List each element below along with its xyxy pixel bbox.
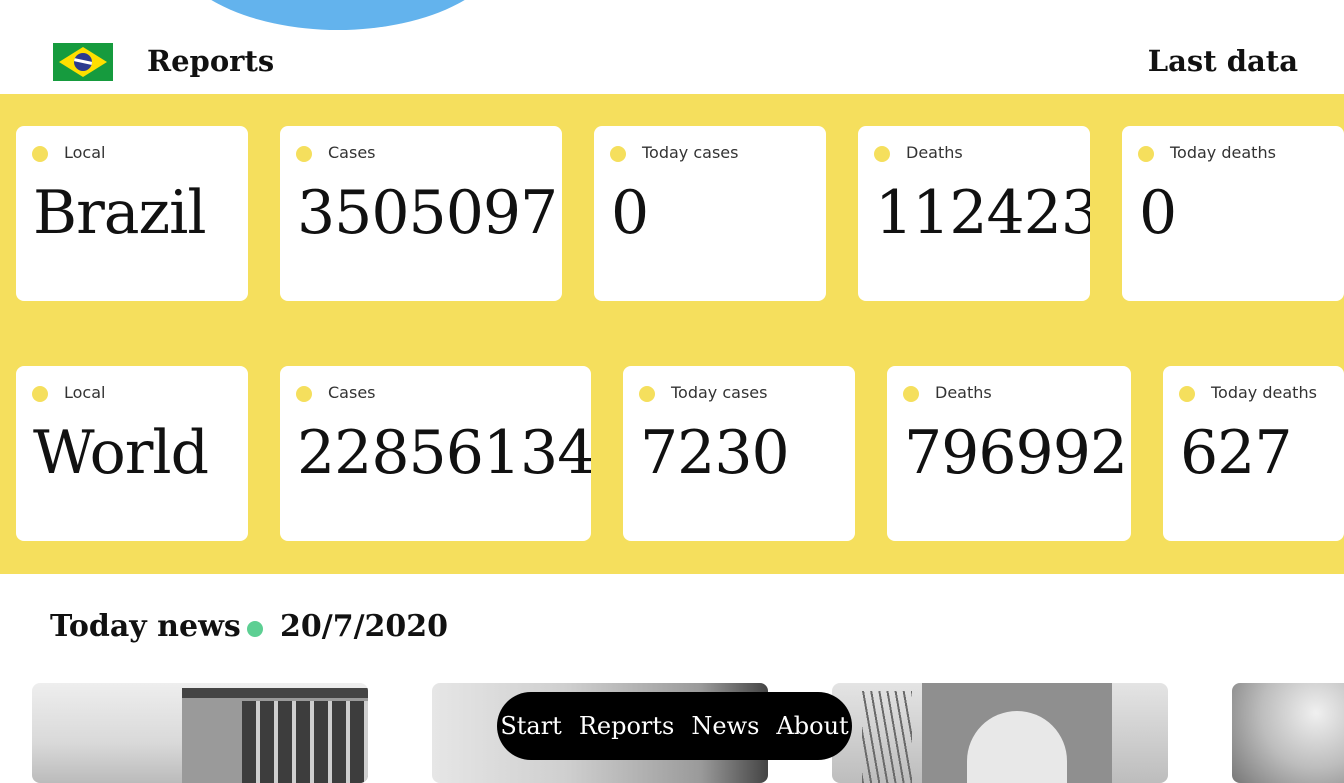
nav-about[interactable]: About xyxy=(776,712,848,740)
page-title: Reports xyxy=(147,44,275,78)
stat-card-today-cases: Today cases 0 xyxy=(594,126,826,301)
stat-label: Local xyxy=(64,383,106,402)
stat-value: 22856134 xyxy=(297,418,591,488)
yellow-dot-icon xyxy=(1179,386,1195,402)
stat-value: 112423 xyxy=(875,178,1090,248)
stat-card-local: Local Brazil xyxy=(16,126,248,301)
yellow-dot-icon xyxy=(874,146,890,162)
stat-value: 627 xyxy=(1180,418,1293,488)
stat-value: 7230 xyxy=(640,418,790,488)
stat-value: 796992 xyxy=(904,418,1128,488)
stats-panel: Local Brazil Cases 3505097 Today cases 0… xyxy=(0,94,1344,574)
yellow-dot-icon xyxy=(610,146,626,162)
stat-label: Cases xyxy=(328,383,376,402)
stat-card-local: Local World xyxy=(16,366,248,541)
stat-value: World xyxy=(33,418,209,488)
yellow-dot-icon xyxy=(639,386,655,402)
stat-value: 0 xyxy=(611,178,649,248)
brazil-flag-icon xyxy=(53,43,113,81)
stat-label: Today cases xyxy=(671,383,768,402)
page-header: Reports Last data xyxy=(0,0,1344,94)
news-date: 20/7/2020 xyxy=(280,609,449,644)
news-image[interactable] xyxy=(1232,683,1344,783)
yellow-dot-icon xyxy=(903,386,919,402)
stat-card-deaths: Deaths 796992 xyxy=(887,366,1131,541)
green-dot-icon xyxy=(247,621,263,637)
stat-card-cases: Cases 22856134 xyxy=(280,366,591,541)
yellow-dot-icon xyxy=(32,146,48,162)
news-image-arch[interactable] xyxy=(832,683,1168,783)
stat-value: Brazil xyxy=(33,178,207,248)
yellow-dot-icon xyxy=(32,386,48,402)
bottom-nav: Start Reports News About xyxy=(497,692,852,760)
stat-card-cases: Cases 3505097 xyxy=(280,126,562,301)
stat-label: Deaths xyxy=(906,143,963,162)
stat-card-today-deaths: Today deaths 627 xyxy=(1163,366,1344,541)
news-title: Today news xyxy=(50,609,241,644)
stat-card-today-cases: Today cases 7230 xyxy=(623,366,855,541)
stat-label: Deaths xyxy=(935,383,992,402)
stat-label: Cases xyxy=(328,143,376,162)
nav-start[interactable]: Start xyxy=(500,712,562,740)
stat-value: 3505097 xyxy=(297,178,558,248)
nav-news[interactable]: News xyxy=(691,712,759,740)
stat-label: Today deaths xyxy=(1170,143,1276,162)
stat-card-deaths: Deaths 112423 xyxy=(858,126,1090,301)
yellow-dot-icon xyxy=(1138,146,1154,162)
stat-value: 0 xyxy=(1139,178,1177,248)
nav-reports[interactable]: Reports xyxy=(579,712,675,740)
yellow-dot-icon xyxy=(296,386,312,402)
stat-label: Today deaths xyxy=(1211,383,1317,402)
stat-card-today-deaths: Today deaths 0 xyxy=(1122,126,1344,301)
news-image-building[interactable] xyxy=(32,683,368,783)
yellow-dot-icon xyxy=(296,146,312,162)
stat-label: Local xyxy=(64,143,106,162)
stat-label: Today cases xyxy=(642,143,739,162)
last-data-label: Last data xyxy=(1147,44,1298,78)
